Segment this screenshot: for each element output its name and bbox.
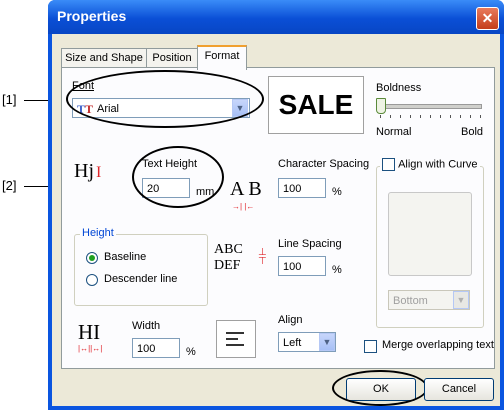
align-with-curve-checkbox[interactable] (382, 158, 395, 171)
curve-preview-box (388, 192, 472, 276)
format-panel: Font TT Arial ▼ SALE Boldness Normal Bol… (61, 67, 495, 369)
align-left-icon (216, 320, 256, 358)
character-spacing-input[interactable]: 100 (278, 178, 326, 198)
baseline-label: Baseline (104, 251, 147, 263)
align-with-curve-header: Align with Curve (380, 158, 480, 171)
tab-size-and-shape[interactable]: Size and Shape (61, 48, 147, 68)
character-spacing-label: Character Spacing (278, 158, 370, 170)
merge-overlapping-label: Merge overlapping text (382, 339, 494, 351)
close-button[interactable]: ✕ (476, 7, 499, 30)
character-spacing-unit: % (332, 186, 342, 198)
width-input[interactable]: 100 (132, 338, 180, 358)
baseline-radio[interactable] (86, 252, 98, 264)
cancel-button[interactable]: Cancel (424, 378, 494, 401)
font-preview: SALE (268, 76, 364, 134)
height-group (74, 234, 208, 306)
boldness-slider-thumb[interactable] (376, 98, 386, 114)
width-unit: % (186, 346, 196, 358)
width-label: Width (132, 320, 161, 332)
boldness-min-label: Normal (376, 126, 412, 138)
line-spacing-input[interactable]: 100 (278, 256, 326, 276)
chevron-down-icon[interactable]: ▼ (453, 291, 469, 309)
width-marker-icon: |↔||↔| (78, 344, 103, 353)
tab-position[interactable]: Position (146, 48, 198, 68)
merge-overlapping-checkbox[interactable] (364, 340, 377, 353)
width-icon: HI (78, 320, 101, 344)
boldness-slider-track[interactable] (380, 104, 482, 109)
boldness-label: Boldness (376, 82, 422, 94)
line-spacing-marker-icon: ⊥ ⊤ (258, 247, 267, 267)
font-callout-oval (66, 70, 264, 128)
align-label: Align (278, 314, 303, 326)
ok-callout-oval (332, 370, 428, 406)
window-title: Properties (57, 8, 127, 24)
character-spacing-arrows-icon: →| |← (232, 202, 255, 211)
chevron-down-icon[interactable]: ▼ (319, 333, 335, 351)
text-height-icon: Hj I (74, 160, 102, 182)
descender-line-label: Descender line (104, 273, 178, 285)
character-spacing-icon: A B (230, 178, 262, 200)
text-height-callout-oval (132, 146, 224, 208)
line-spacing-unit: % (332, 264, 342, 276)
title-bar[interactable]: Properties ✕ (48, 0, 504, 34)
boldness-max-label: Bold (461, 126, 484, 138)
properties-window: Properties ✕ Size and Shape Position For… (48, 0, 504, 410)
line-spacing-icon: ABC DEF (214, 242, 243, 273)
line-spacing-label: Line Spacing (278, 238, 342, 250)
height-group-label: Height (80, 227, 116, 239)
dialog-body: Size and Shape Position Format Font TT A… (52, 34, 500, 406)
tab-format[interactable]: Format (197, 45, 247, 70)
callout-1-label: [1] (2, 92, 17, 107)
callout-2-label: [2] (2, 178, 17, 193)
boldness-ticks (380, 115, 484, 118)
descender-line-radio[interactable] (86, 274, 98, 286)
